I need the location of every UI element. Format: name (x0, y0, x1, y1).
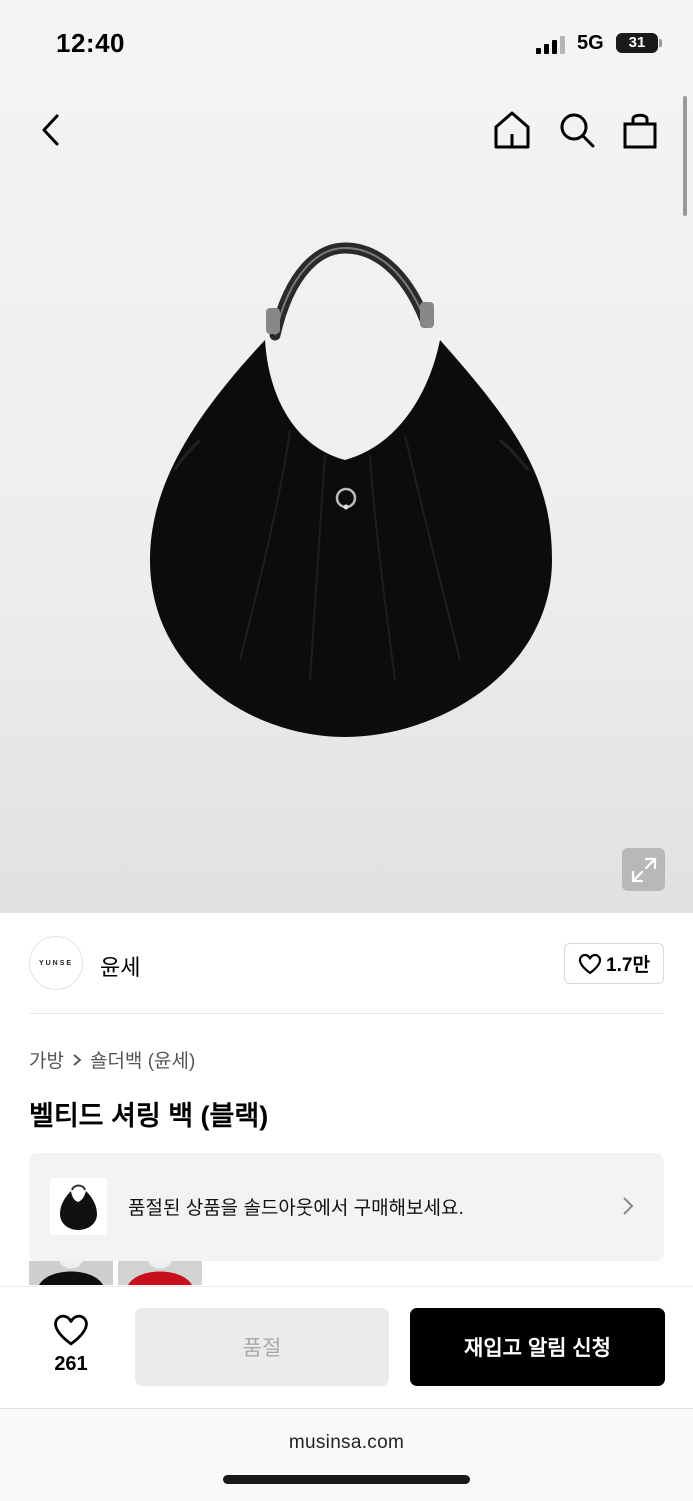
brand-like-count: 1.7만 (606, 955, 650, 976)
scrollbar[interactable] (683, 96, 687, 216)
chevron-right-icon (73, 1053, 82, 1066)
brand-like-button[interactable]: 1.7만 (564, 943, 664, 984)
network-label: 5G (577, 32, 604, 54)
divider (29, 1013, 664, 1014)
soldout-button[interactable]: 품절 (135, 1308, 389, 1386)
heart-icon (578, 953, 602, 974)
product-image (150, 242, 552, 737)
browser-url-bar (0, 1408, 693, 1501)
color-option-black[interactable] (29, 1261, 113, 1285)
breadcrumb-category[interactable]: 가방 (29, 1046, 64, 1073)
battery-tip (659, 39, 662, 47)
brand-logo[interactable]: YUNSE (29, 936, 83, 990)
signal-icon (536, 36, 565, 54)
breadcrumb-subcategory[interactable]: 숄더백 (윤세) (90, 1046, 195, 1073)
breadcrumb: 가방 숄더백 (윤세) (29, 1046, 195, 1073)
color-option-red[interactable] (118, 1261, 202, 1285)
url-text[interactable]: musinsa.com (0, 1432, 693, 1454)
banner-text: 품절된 상품을 솔드아웃에서 구매해보세요. (128, 1198, 464, 1219)
like-count: 261 (54, 1353, 88, 1375)
chevron-right-icon (623, 1197, 634, 1215)
expand-icon[interactable] (622, 848, 665, 891)
search-icon[interactable] (555, 108, 599, 152)
restock-alert-button[interactable]: 재입고 알림 신청 (410, 1308, 665, 1386)
home-indicator[interactable] (223, 1475, 470, 1484)
banner-thumbnail (50, 1178, 107, 1235)
back-icon[interactable] (30, 110, 70, 150)
brand-name[interactable]: 윤세 (100, 950, 140, 982)
product-title: 벨티드 셔링 백 (블랙) (29, 1101, 269, 1131)
bag-icon[interactable] (618, 108, 662, 152)
status-time: 12:40 (56, 28, 125, 58)
heart-icon[interactable] (50, 1312, 92, 1348)
home-icon[interactable] (490, 108, 534, 152)
battery-icon: 31 (616, 33, 658, 53)
